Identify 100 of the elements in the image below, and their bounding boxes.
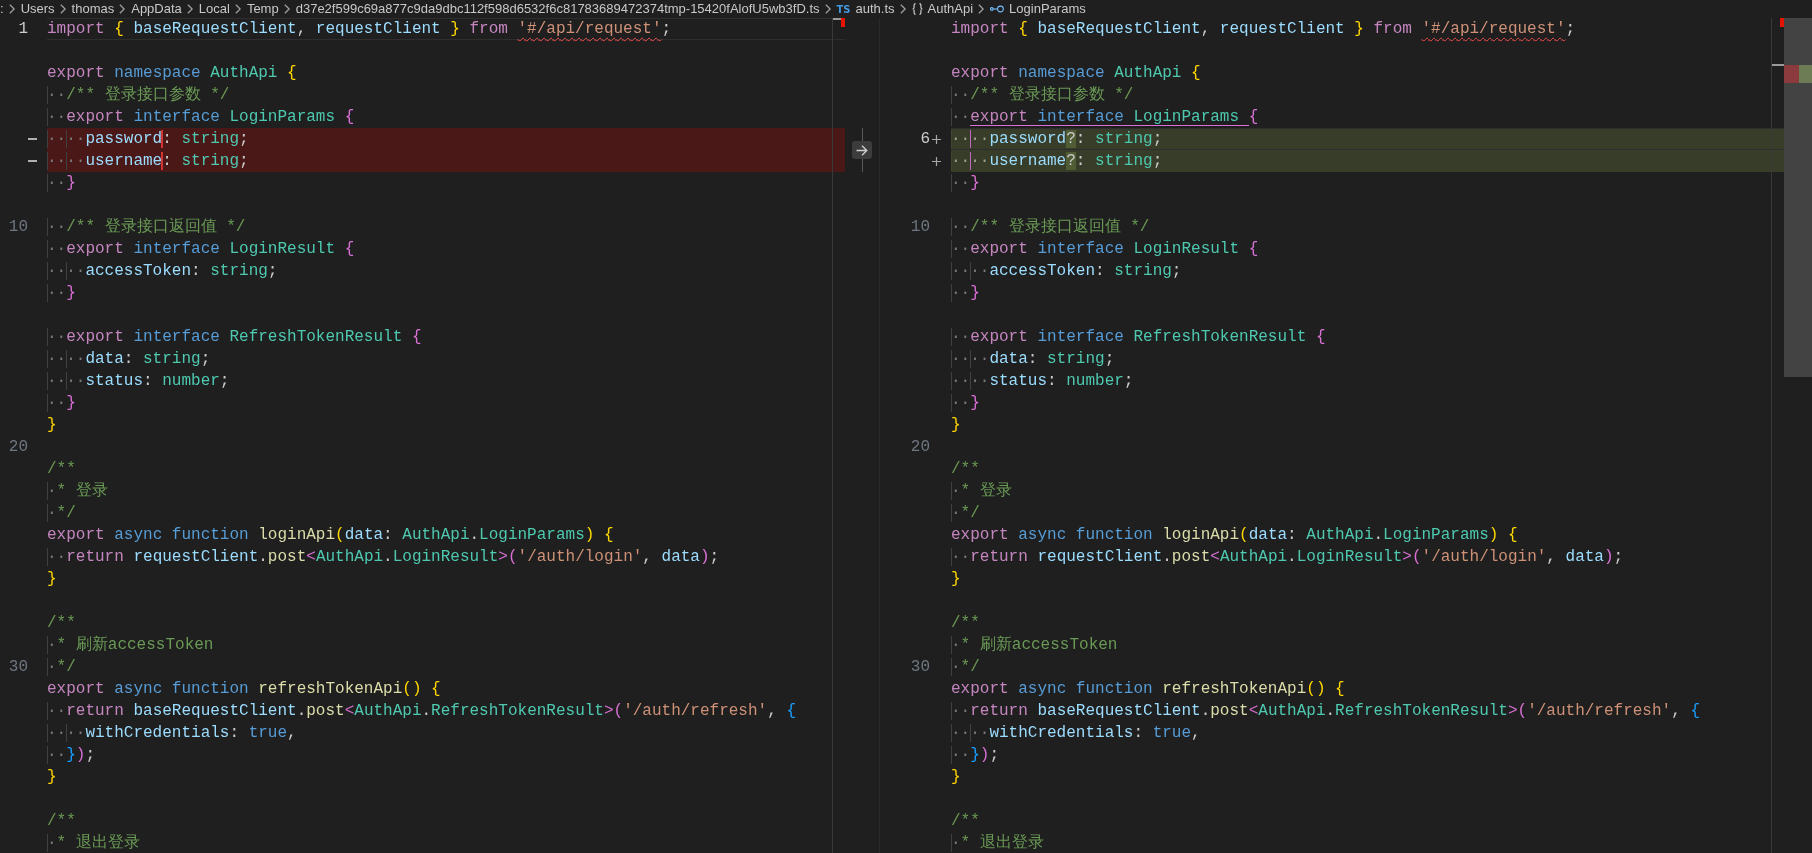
braces-icon [911, 3, 923, 15]
code-line: ·*/ [951, 657, 980, 678]
code-line: /** [47, 811, 76, 832]
code-line: ·* 退出登录 [951, 833, 1044, 853]
line-number: 20 [8, 437, 28, 458]
chevron-right-icon [8, 4, 15, 14]
code-line: } [47, 569, 57, 590]
code-line: ·* 登录 [951, 481, 1012, 502]
code-line: ·* 登录 [47, 481, 108, 502]
breadcrumb-item[interactable]: thomas [71, 1, 115, 17]
code-line: ··} [951, 393, 980, 414]
code-line: export async function refreshTokenApi() { [47, 679, 441, 700]
code-line: ····password: string; [47, 129, 249, 150]
code-line: ·* 刷新accessToken [951, 634, 1118, 656]
arrow-button[interactable] [852, 141, 872, 159]
line-number: 6 [920, 129, 930, 150]
code-line: ··} [951, 283, 980, 304]
code-line: ··} [47, 283, 76, 304]
code-line: ··} [47, 173, 76, 194]
code-line: } [951, 767, 961, 788]
code-line: ·* 刷新accessToken [47, 634, 214, 656]
code-line: ··export interface RefreshTokenResult { [47, 327, 422, 348]
plus-icon [932, 134, 941, 144]
line-number: 30 [8, 657, 28, 678]
arrow-right-icon [856, 144, 868, 156]
chevron-right-icon [186, 4, 193, 14]
breadcrumb-item[interactable]: d37e2f599c69a877c9da9dbc112f598d6532f6c81783689472374tmp-15420fAlofU5wb3fD.ts [295, 1, 820, 17]
code-line: /** [951, 811, 980, 832]
breadcrumb-item[interactable]: Local [198, 1, 230, 17]
minus-icon [28, 160, 37, 162]
code-line: ·*/ [47, 503, 76, 524]
breadcrumb-item[interactable]: LoginParams [990, 1, 1086, 17]
minus-icon [28, 138, 37, 140]
code-line: ··/** 登录接口参数 */ [951, 85, 1134, 106]
code-line: /** [951, 613, 980, 634]
breadcrumb-item[interactable]: Users [20, 1, 55, 17]
breadcrumb-item[interactable]: TS auth.ts [836, 1, 895, 17]
code-line: export async function refreshTokenApi() { [951, 679, 1345, 700]
code-line: /** [47, 459, 76, 480]
cursor-position-marker [1772, 64, 1784, 66]
code-line: ····data: string; [951, 349, 1115, 370]
chevron-right-icon [283, 4, 290, 14]
code-line: } [47, 415, 57, 436]
chevron-right-icon [234, 4, 241, 14]
code-line: ··export interface RefreshTokenResult { [951, 327, 1326, 348]
code-line: /** [951, 459, 980, 480]
code-line: /** [47, 613, 76, 634]
code-line: ··export interface LoginResult { [47, 239, 355, 260]
code-line: ····accessToken: string; [951, 261, 1182, 282]
error-marker [1780, 18, 1784, 27]
code-line: ····username: string; [47, 151, 249, 172]
code-line: } [951, 415, 961, 436]
chevron-right-icon [978, 4, 985, 14]
code-line: ····accessToken: string; [47, 261, 278, 282]
code-line: ··} [47, 393, 76, 414]
line-number: 10 [8, 217, 28, 238]
interface-icon [990, 5, 1005, 13]
error-marker [841, 18, 845, 27]
code-line: import { baseRequestClient, requestClient } from '#/api/request'; [47, 19, 672, 40]
code-line: ····status: number; [951, 371, 1134, 392]
scrollbar-thumb[interactable] [1784, 18, 1812, 377]
code-line: ··export interface LoginResult { [951, 239, 1259, 260]
code-line: ····status: number; [47, 371, 230, 392]
code-line: ··/** 登录接口返回值 */ [47, 217, 246, 238]
code-line: ····data: string; [47, 349, 211, 370]
code-line: ··/** 登录接口参数 */ [47, 85, 230, 106]
chevron-right-icon [899, 4, 906, 14]
code-line: export namespace AuthApi { [47, 63, 297, 84]
code-line: ·*/ [951, 503, 980, 524]
chevron-right-icon [59, 4, 66, 14]
code-line: ·* 退出登录 [47, 833, 140, 853]
code-line: export namespace AuthApi { [951, 63, 1201, 84]
chevron-right-icon [824, 4, 831, 14]
line-number: 20 [910, 437, 930, 458]
ts-file-icon: TS [836, 3, 851, 15]
line-number: 1 [18, 19, 28, 40]
breadcrumb-item[interactable]: : [0, 1, 4, 17]
breadcrumb-item[interactable]: AuthApi [911, 1, 974, 17]
removed-lines-marker [1784, 65, 1799, 83]
code-line: ··return requestClient.post<AuthApi.LoginResult>('/auth/login', data); [951, 547, 1624, 568]
line-number: 30 [910, 657, 930, 678]
code-line: ··/** 登录接口返回值 */ [951, 217, 1150, 238]
code-line: export async function loginApi(data: AuthApi.LoginParams) { [47, 525, 614, 546]
code-line: } [47, 767, 57, 788]
code-line: ··}); [951, 745, 1000, 766]
chevron-right-icon [119, 4, 126, 14]
code-line: ··return requestClient.post<AuthApi.LoginResult>('/auth/login', data); [47, 547, 720, 568]
code-line: ····withCredentials: true, [951, 723, 1201, 744]
code-line: ··export interface LoginParams { [47, 107, 355, 128]
line-number: 10 [910, 217, 930, 238]
code-line: ··} [951, 173, 980, 194]
code-line: ····withCredentials: true, [47, 723, 297, 744]
breadcrumb-item[interactable]: AppData [131, 1, 182, 17]
plus-icon [932, 156, 941, 166]
code-line: export async function loginApi(data: AuthApi.LoginParams) { [951, 525, 1518, 546]
code-line: import { baseRequestClient, requestClient } from '#/api/request'; [951, 19, 1576, 40]
code-line: ··export interface LoginParams { [951, 107, 1259, 128]
code-line: ·*/ [47, 657, 76, 678]
code-line: } [951, 569, 961, 590]
breadcrumb-item[interactable]: Temp [246, 1, 279, 17]
